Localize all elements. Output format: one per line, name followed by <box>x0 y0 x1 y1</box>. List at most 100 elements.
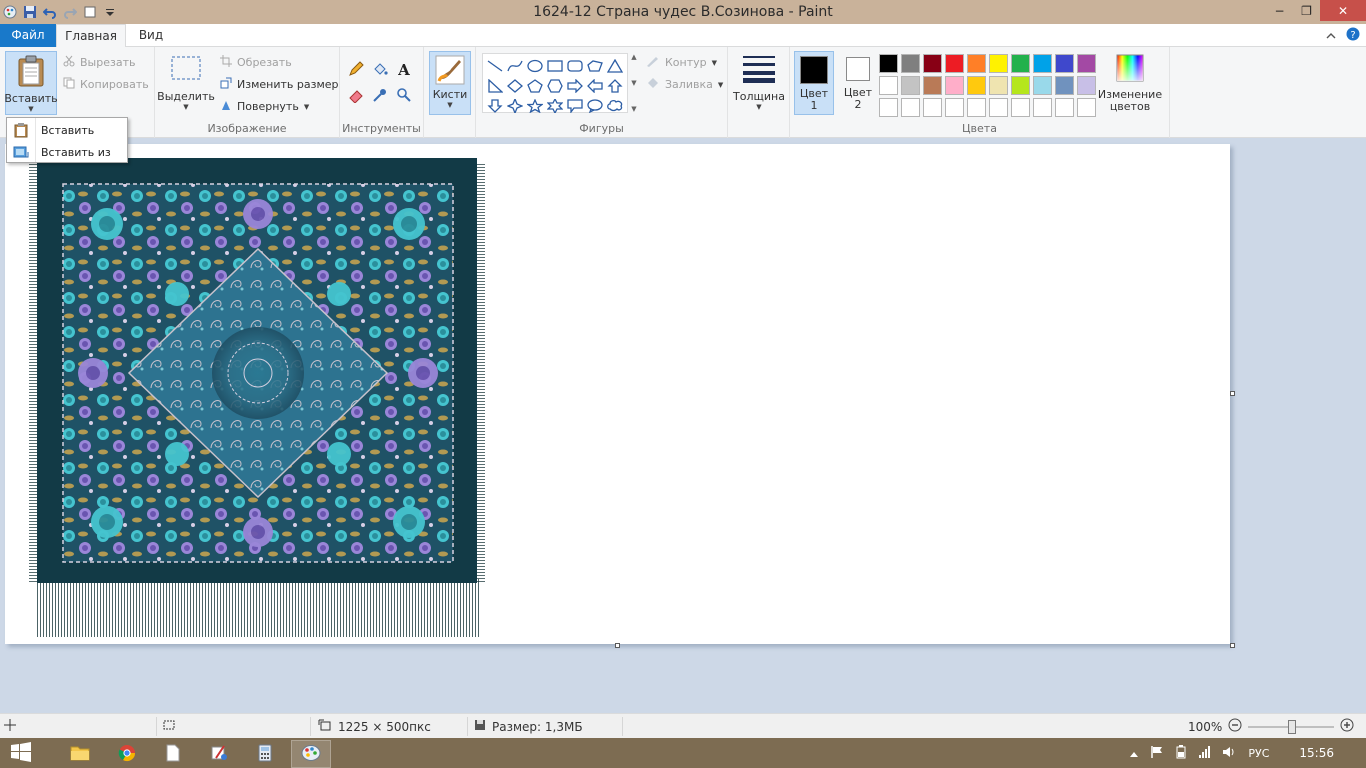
oval-callout-shape-icon[interactable] <box>585 96 605 116</box>
palette-swatch[interactable] <box>945 98 964 117</box>
palette-swatch[interactable] <box>1077 54 1096 73</box>
network-signal-icon[interactable] <box>1198 745 1212 762</box>
edit-colors-button[interactable]: Изменение цветов <box>1098 51 1162 115</box>
palette-swatch[interactable] <box>1077 76 1096 95</box>
palette-swatch[interactable] <box>901 98 920 117</box>
drawing-canvas[interactable] <box>5 144 1235 648</box>
cut-button[interactable]: Вырезать <box>63 55 135 70</box>
six-point-star-shape-icon[interactable] <box>545 96 565 116</box>
palette-swatch[interactable] <box>901 54 920 73</box>
palette-swatch[interactable] <box>923 98 942 117</box>
paint-app-icon[interactable] <box>2 4 18 20</box>
palette-swatch[interactable] <box>879 98 898 117</box>
show-hidden-icons-icon[interactable] <box>1130 747 1139 760</box>
battery-power-icon[interactable] <box>1174 744 1188 762</box>
resize-handle-right[interactable] <box>1230 391 1235 396</box>
color1-button[interactable]: Цвет 1 <box>794 51 834 115</box>
palette-swatch[interactable] <box>1011 76 1030 95</box>
customize-qat-icon[interactable] <box>102 4 118 20</box>
rounded-rectangle-shape-icon[interactable] <box>565 56 585 76</box>
maximize-button[interactable]: ❐ <box>1293 0 1320 21</box>
cloud-callout-shape-icon[interactable] <box>605 96 625 116</box>
rectangle-shape-icon[interactable] <box>545 56 565 76</box>
size-button[interactable]: Толщина ▼ <box>732 55 786 111</box>
pencil-icon[interactable] <box>348 61 372 87</box>
palette-swatch[interactable] <box>879 76 898 95</box>
text-tool-icon[interactable]: A <box>396 61 420 87</box>
action-center-flag-icon[interactable] <box>1150 745 1164 762</box>
resize-button[interactable]: Изменить размер <box>220 77 339 92</box>
down-arrow-shape-icon[interactable] <box>485 96 505 116</box>
fill-bucket-icon[interactable] <box>372 61 396 87</box>
help-icon[interactable]: ? <box>1346 27 1360 44</box>
fill-button[interactable]: Заливка ▼ <box>646 77 723 92</box>
palette-swatch[interactable] <box>967 98 986 117</box>
rotate-button[interactable]: Повернуть ▼ <box>220 99 309 114</box>
new-document-icon[interactable] <box>82 4 98 20</box>
palette-swatch[interactable] <box>1033 54 1052 73</box>
palette-swatch[interactable] <box>989 54 1008 73</box>
expand-gallery-icon[interactable]: ▼ <box>631 105 636 113</box>
palette-swatch[interactable] <box>1077 98 1096 117</box>
palette-swatch[interactable] <box>923 54 942 73</box>
palette-swatch[interactable] <box>967 54 986 73</box>
color-picker-icon[interactable] <box>372 87 396 113</box>
paste-button[interactable]: Вставить ▼ <box>4 51 58 115</box>
resize-handle-corner[interactable] <box>1230 643 1235 648</box>
right-arrow-shape-icon[interactable] <box>565 76 585 96</box>
palette-swatch[interactable] <box>1055 54 1074 73</box>
tab-home[interactable]: Главная <box>56 24 126 48</box>
rect-callout-shape-icon[interactable] <box>565 96 585 116</box>
taskbar-document[interactable] <box>153 740 193 768</box>
crop-button[interactable]: Обрезать <box>220 55 292 70</box>
taskbar-paint-tool[interactable] <box>199 740 239 768</box>
copy-button[interactable]: Копировать <box>63 77 149 92</box>
taskbar-explorer[interactable] <box>60 740 100 768</box>
five-point-star-shape-icon[interactable] <box>525 96 545 116</box>
palette-swatch[interactable] <box>967 76 986 95</box>
shapes-scroll[interactable]: ▲ ▼ ▼ <box>628 53 640 113</box>
pentagon-shape-icon[interactable] <box>525 76 545 96</box>
palette-swatch[interactable] <box>901 76 920 95</box>
palette-swatch[interactable] <box>923 76 942 95</box>
triangle-shape-icon[interactable] <box>605 56 625 76</box>
language-indicator[interactable]: РУС <box>1248 747 1269 760</box>
taskbar-calculator[interactable] <box>245 740 285 768</box>
menu-item-paste[interactable]: Вставить <box>7 119 127 141</box>
brushes-button[interactable]: Кисти ▼ <box>429 51 471 115</box>
palette-swatch[interactable] <box>879 54 898 73</box>
save-icon[interactable] <box>22 4 38 20</box>
zoom-in-icon[interactable] <box>1340 718 1354 735</box>
hexagon-shape-icon[interactable] <box>545 76 565 96</box>
start-button[interactable] <box>0 738 42 768</box>
diamond-shape-icon[interactable] <box>505 76 525 96</box>
canvas-workspace[interactable] <box>0 138 1366 713</box>
close-button[interactable]: ✕ <box>1320 0 1366 21</box>
zoom-slider[interactable] <box>1248 719 1335 734</box>
collapse-ribbon-icon[interactable] <box>1326 29 1336 43</box>
palette-swatch[interactable] <box>1033 98 1052 117</box>
minimize-button[interactable]: − <box>1266 0 1293 21</box>
taskbar-paint[interactable] <box>291 740 331 768</box>
left-arrow-shape-icon[interactable] <box>585 76 605 96</box>
volume-icon[interactable] <box>1222 745 1236 762</box>
palette-swatch[interactable] <box>1055 98 1074 117</box>
menu-item-paste-from[interactable]: Вставить из <box>7 141 127 163</box>
taskbar-chrome[interactable] <box>107 740 147 768</box>
select-button[interactable]: Выделить ▼ <box>157 55 215 111</box>
undo-icon[interactable] <box>42 4 58 20</box>
line-shape-icon[interactable] <box>485 56 505 76</box>
tab-file[interactable]: Файл <box>0 24 56 47</box>
redo-icon[interactable] <box>62 4 78 20</box>
palette-swatch[interactable] <box>1033 76 1052 95</box>
zoom-slider-thumb[interactable] <box>1288 719 1297 734</box>
color2-button[interactable]: Цвет 2 <box>838 51 878 115</box>
palette-swatch[interactable] <box>989 76 1008 95</box>
scroll-down-icon[interactable]: ▼ <box>631 79 636 87</box>
right-triangle-shape-icon[interactable] <box>485 76 505 96</box>
oval-shape-icon[interactable] <box>525 56 545 76</box>
scroll-up-icon[interactable]: ▲ <box>631 53 636 61</box>
curve-shape-icon[interactable] <box>505 56 525 76</box>
palette-swatch[interactable] <box>945 76 964 95</box>
outline-button[interactable]: Контур ▼ <box>646 55 717 70</box>
